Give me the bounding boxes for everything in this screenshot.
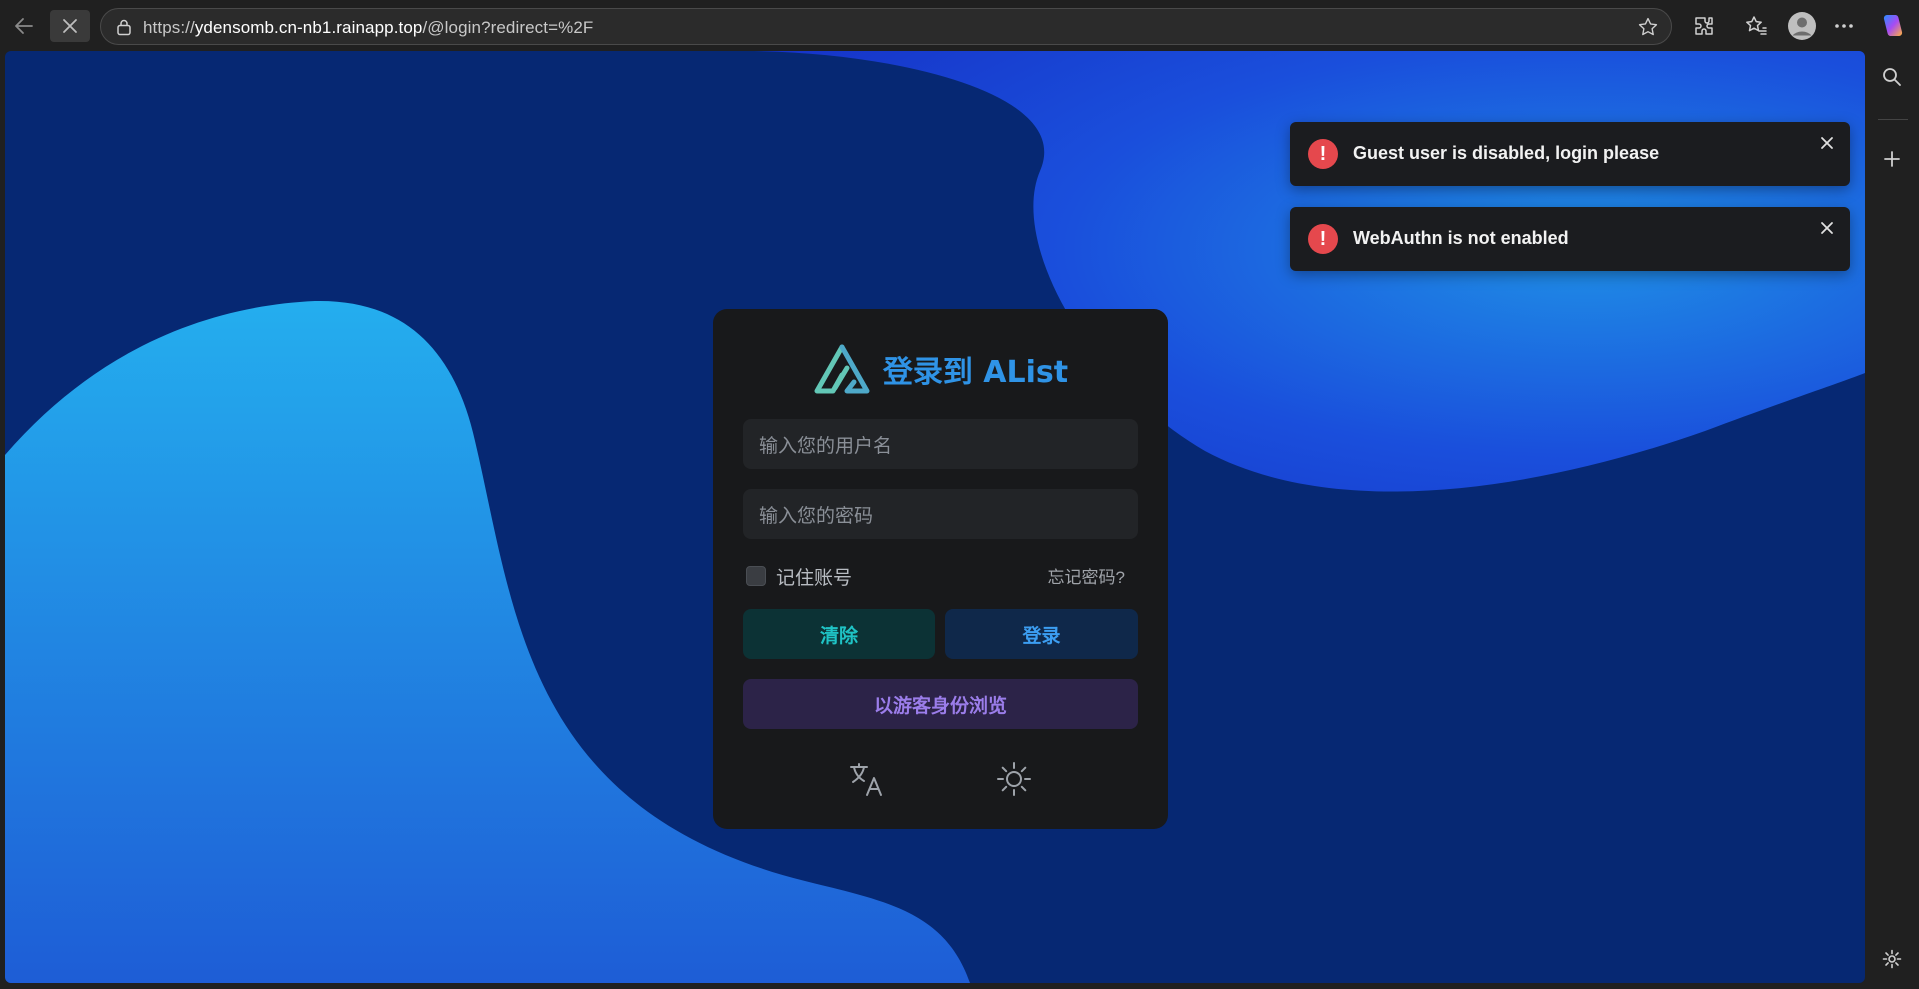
remember-checkbox[interactable]	[746, 566, 766, 586]
extensions-button[interactable]	[1690, 12, 1718, 40]
error-icon: !	[1308, 224, 1338, 254]
remember-label: 记住账号	[776, 567, 853, 589]
close-icon[interactable]	[1818, 134, 1836, 152]
copilot-button[interactable]	[1878, 12, 1906, 40]
login-header: 登录到 AList	[713, 341, 1168, 397]
stop-icon	[63, 19, 77, 33]
extensions-icon	[1695, 17, 1713, 35]
error-icon: !	[1308, 139, 1338, 169]
close-icon[interactable]	[1818, 219, 1836, 237]
address-bar[interactable]: https://ydensomb.cn-nb1.rainapp.top/@log…	[100, 8, 1672, 45]
clear-button[interactable]: 清除	[743, 609, 935, 659]
forgot-password-link[interactable]: 忘记密码?	[1048, 563, 1125, 588]
login-title: 登录到 AList	[882, 355, 1069, 390]
settings-icon	[1882, 949, 1902, 969]
alist-logo-icon	[814, 344, 870, 394]
toast-message: Guest user is disabled, login please	[1353, 143, 1660, 163]
more-icon	[1835, 24, 1853, 28]
stop-loading-button[interactable]	[50, 10, 90, 42]
toast-message: WebAuthn is not enabled	[1353, 228, 1569, 248]
profile-button[interactable]	[1786, 10, 1818, 42]
remember-account[interactable]: 记住账号	[746, 563, 852, 589]
sidebar-settings-button[interactable]	[1878, 945, 1906, 973]
favorites-icon	[1746, 16, 1767, 35]
browser-toolbar: https://ydensomb.cn-nb1.rainapp.top/@log…	[0, 0, 1919, 51]
login-button[interactable]: 登录	[945, 609, 1138, 659]
translate-icon[interactable]	[847, 759, 887, 799]
favorites-button[interactable]	[1742, 12, 1770, 40]
favorite-star-icon[interactable]	[1637, 16, 1659, 38]
guest-browse-button[interactable]: 以游客身份浏览	[743, 679, 1138, 729]
sidebar-search-button[interactable]	[1878, 63, 1906, 91]
url-path: /@login?redirect=%2F	[422, 18, 594, 37]
copilot-icon	[1883, 15, 1903, 36]
more-button[interactable]	[1830, 12, 1858, 40]
url-domain: ydensomb.cn-nb1.rainapp.top	[194, 18, 423, 37]
password-input[interactable]: 输入您的密码	[743, 489, 1138, 539]
back-button[interactable]	[4, 10, 44, 42]
lock-icon[interactable]	[115, 18, 133, 36]
toast-notification: ! Guest user is disabled, login please	[1290, 122, 1850, 186]
username-input[interactable]: 输入您的用户名	[743, 419, 1138, 469]
profile-icon	[1788, 12, 1816, 40]
search-icon	[1883, 68, 1901, 86]
url-prefix: https://	[143, 18, 195, 37]
login-card: 登录到 AList 输入您的用户名 输入您的密码 记住账号 忘记密码? 清除 登…	[713, 309, 1168, 829]
sidebar-divider	[1878, 119, 1908, 120]
page-viewport: 登录到 AList 输入您的用户名 输入您的密码 记住账号 忘记密码? 清除 登…	[5, 51, 1865, 983]
toast-notification: ! WebAuthn is not enabled	[1290, 207, 1850, 271]
back-icon	[15, 18, 33, 34]
add-icon	[1884, 151, 1900, 167]
url-text[interactable]: https://ydensomb.cn-nb1.rainapp.top/@log…	[143, 18, 593, 38]
browser-sidebar	[1866, 51, 1919, 989]
sidebar-add-button[interactable]	[1878, 145, 1906, 173]
theme-sun-icon[interactable]	[994, 759, 1034, 799]
